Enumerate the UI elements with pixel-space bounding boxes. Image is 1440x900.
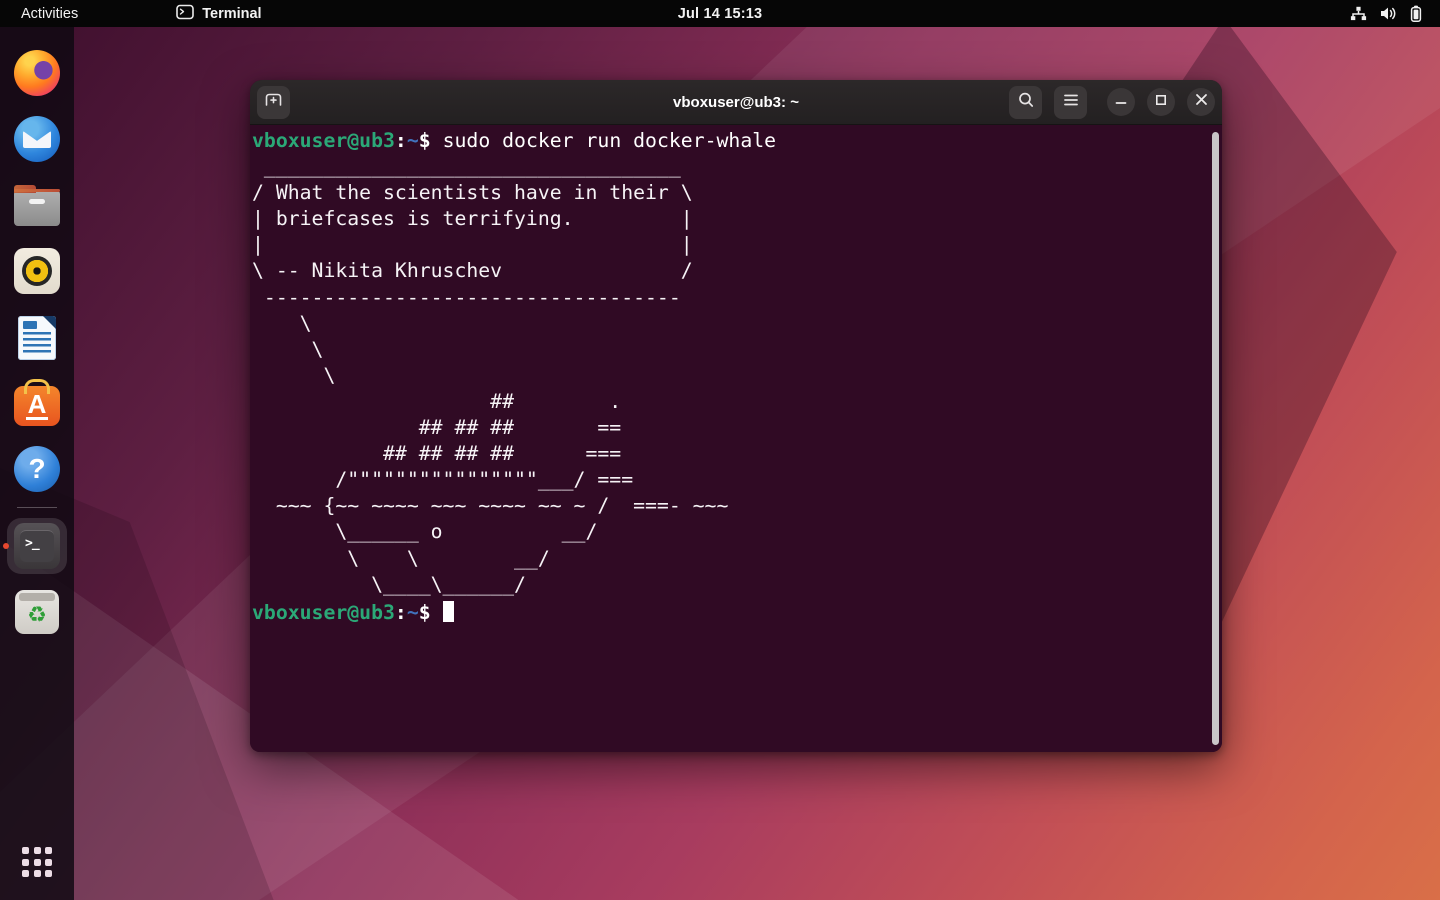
libreoffice-writer-icon (18, 316, 56, 360)
files-folder-icon (14, 190, 60, 226)
terminal-icon: >_ (14, 523, 60, 569)
close-icon (1195, 93, 1208, 111)
battery-icon (1410, 5, 1422, 22)
search-icon (1017, 91, 1035, 114)
ubuntu-software-icon: A (14, 386, 60, 426)
prompt-user-host: vboxuser@ub3 (252, 129, 395, 152)
hamburger-menu-icon (1063, 93, 1079, 112)
rhythmbox-icon (14, 248, 60, 294)
activities-label: Activities (21, 6, 78, 22)
minimize-button[interactable] (1107, 88, 1135, 116)
menu-button[interactable] (1054, 86, 1087, 119)
terminal-window: vboxuser@ub3: ~ (250, 80, 1222, 752)
dock-item-firefox[interactable] (7, 49, 67, 97)
command-line: vboxuser@ub3:~$ sudo docker run docker-w… (252, 128, 1204, 154)
clock[interactable]: Jul 14 15:13 (666, 0, 775, 27)
help-icon: ? (14, 446, 60, 492)
thunderbird-icon (14, 116, 60, 162)
network-icon (1350, 6, 1367, 21)
dock-item-help[interactable]: ? (7, 445, 67, 493)
close-button[interactable] (1187, 88, 1215, 116)
focused-app-menu[interactable]: Terminal (176, 4, 261, 24)
whale-ascii-art: ___________________________________ / Wh… (252, 154, 1204, 598)
dock-item-ubuntu-software[interactable]: A (7, 379, 67, 427)
system-status-area[interactable] (1344, 0, 1428, 27)
dock-item-libreoffice-writer[interactable] (7, 313, 67, 361)
window-title: vboxuser@ub3: ~ (673, 94, 799, 111)
dock-separator (17, 507, 57, 508)
trash-icon: ♻ (15, 590, 59, 634)
typed-command: sudo docker run docker-whale (443, 129, 776, 152)
new-tab-icon (264, 91, 283, 113)
prompt-user-host: vboxuser@ub3 (252, 601, 395, 624)
show-applications-button[interactable] (7, 838, 67, 886)
dock-item-files[interactable] (7, 181, 67, 229)
dock-item-terminal[interactable]: >_ (7, 522, 67, 570)
terminal-screen[interactable]: vboxuser@ub3:~$ sudo docker run docker-w… (250, 125, 1222, 752)
search-button[interactable] (1009, 86, 1042, 119)
dock-item-thunderbird[interactable] (7, 115, 67, 163)
text-cursor (443, 601, 454, 622)
terminal-scrollbar[interactable] (1212, 132, 1219, 745)
dock-item-rhythmbox[interactable] (7, 247, 67, 295)
system-top-bar: Activities Terminal Jul 14 15:13 (0, 0, 1440, 27)
activities-button[interactable]: Activities (0, 0, 96, 27)
focused-app-highlight: >_ (7, 518, 67, 574)
dock: A ? >_ ♻ (0, 27, 74, 900)
dock-item-trash[interactable]: ♻ (7, 588, 67, 636)
minimize-icon (1115, 93, 1127, 111)
firefox-icon (14, 50, 60, 96)
running-indicator-dot (3, 543, 9, 549)
new-tab-button[interactable] (257, 86, 290, 119)
volume-icon (1380, 6, 1397, 21)
show-applications-grid-icon (22, 847, 52, 877)
maximize-button[interactable] (1147, 88, 1175, 116)
maximize-icon (1155, 93, 1167, 111)
window-titlebar[interactable]: vboxuser@ub3: ~ (250, 80, 1222, 125)
prompt-path: ~ (407, 129, 419, 152)
focused-app-label: Terminal (202, 6, 261, 22)
terminal-app-icon (176, 4, 194, 24)
prompt-path: ~ (407, 601, 419, 624)
current-prompt-line: vboxuser@ub3:~$ (252, 598, 1204, 626)
